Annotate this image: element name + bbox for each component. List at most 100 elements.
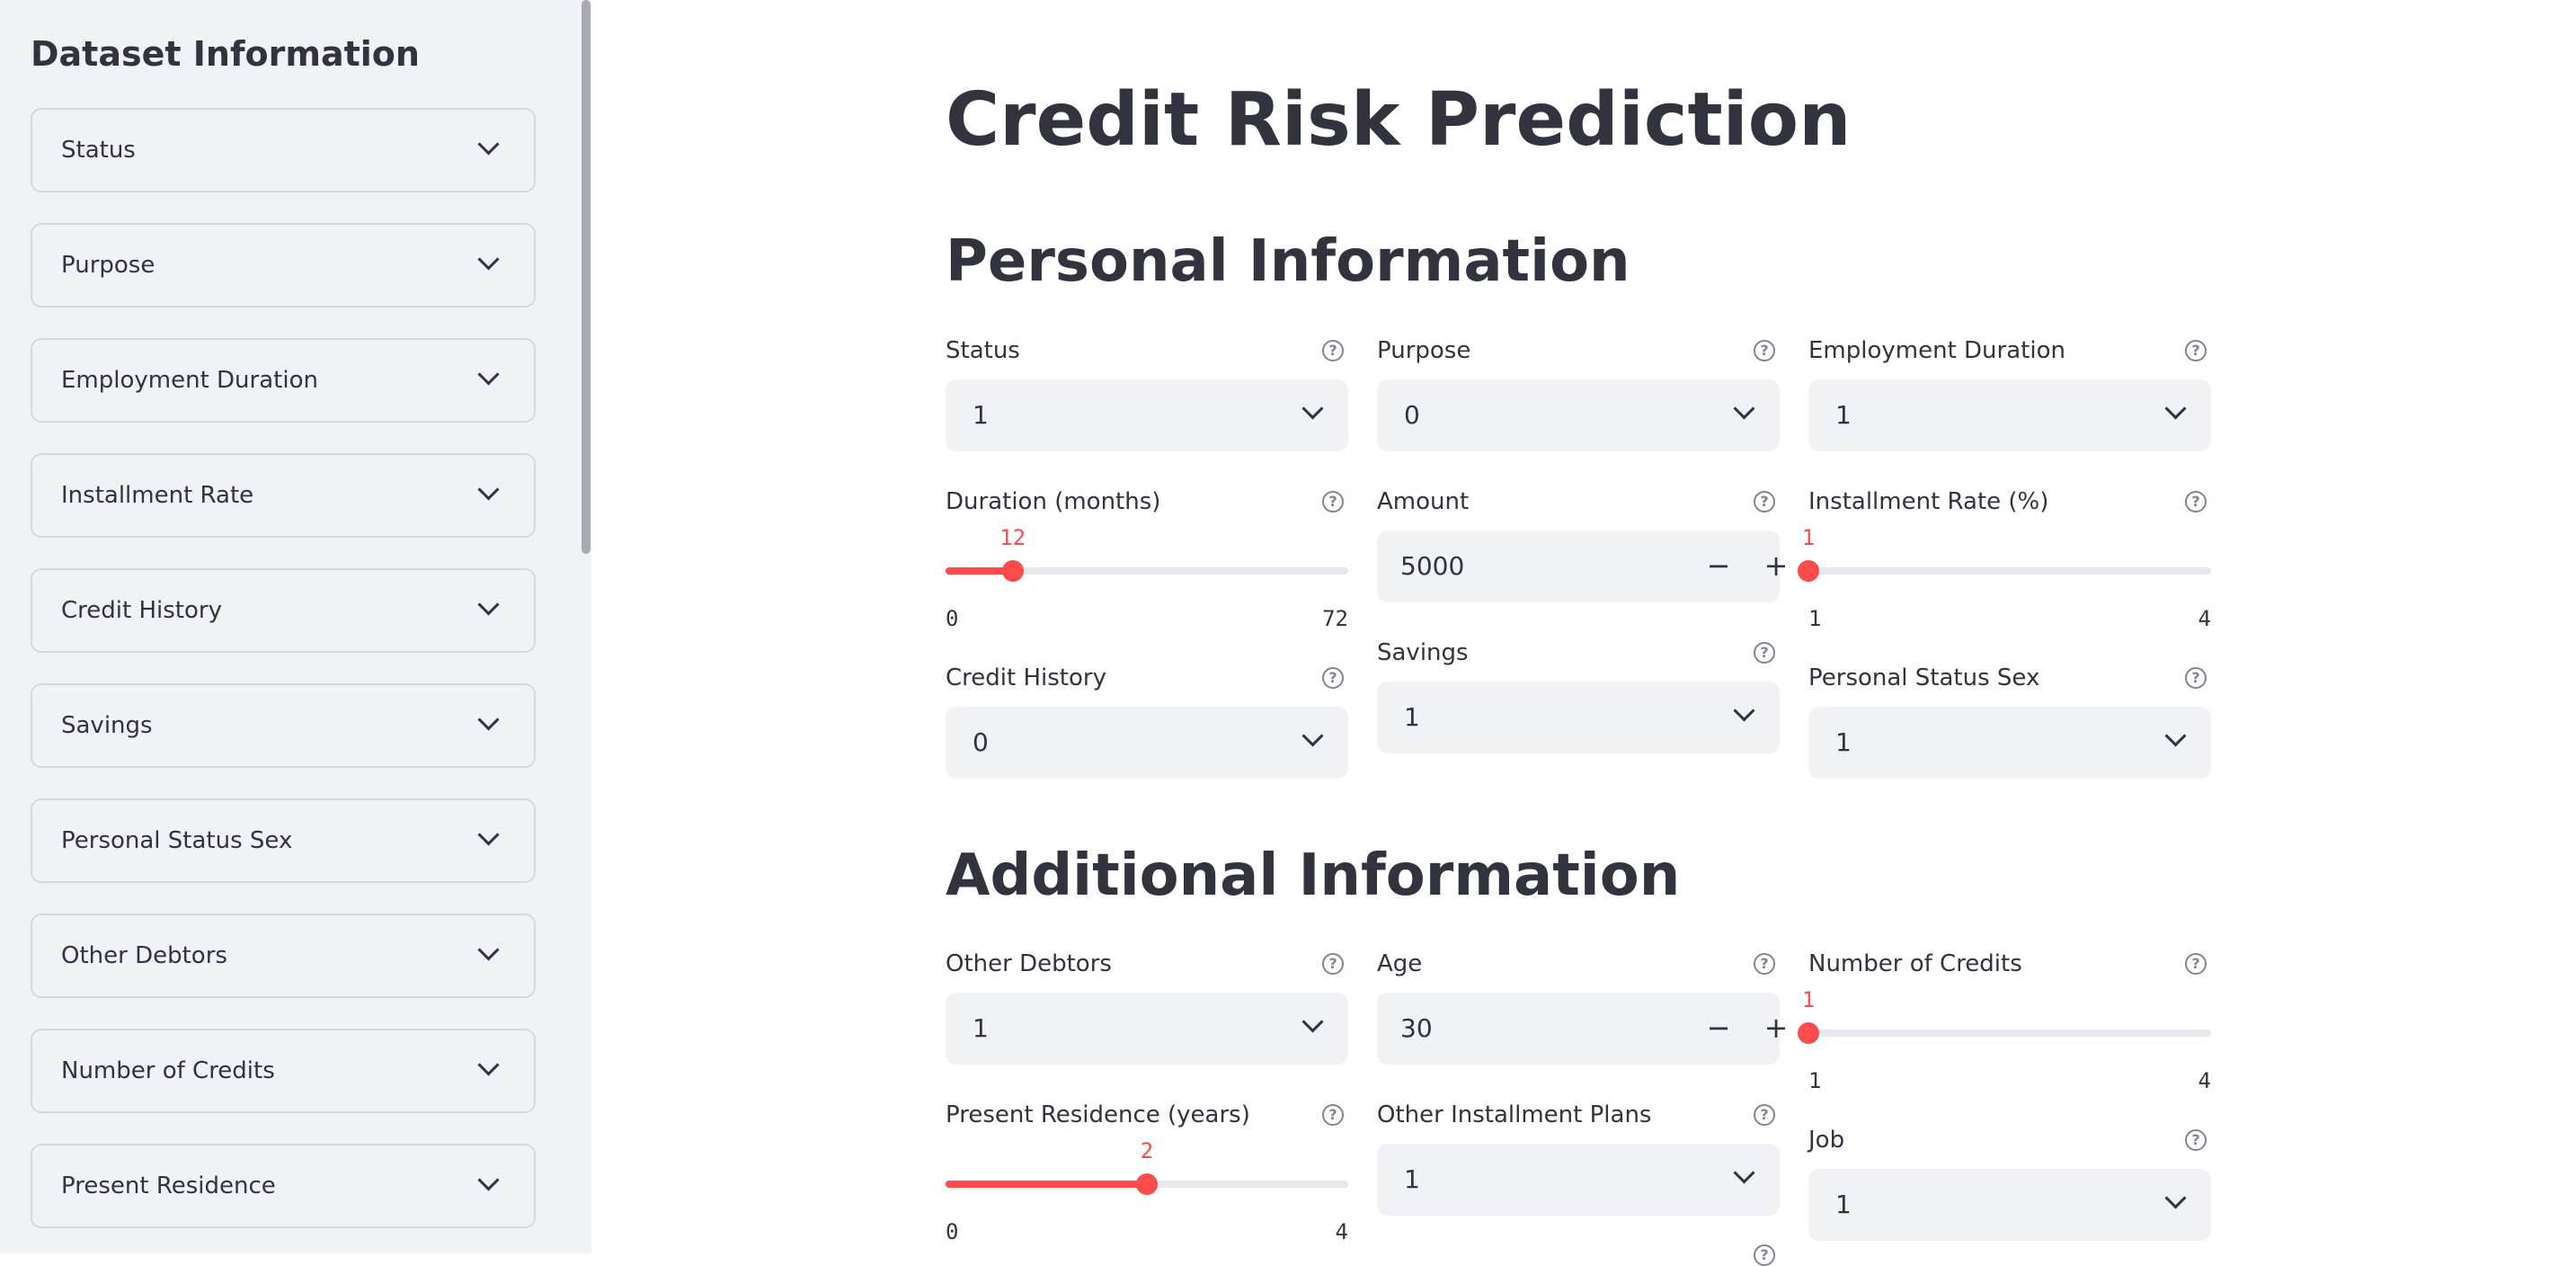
help-icon[interactable]: ? <box>1322 953 1344 975</box>
expander-status[interactable]: Status <box>31 108 536 192</box>
decrement-button[interactable]: − <box>1697 545 1740 588</box>
slider-thumb[interactable] <box>1798 560 1819 582</box>
page-title: Credit Risk Prediction <box>946 77 1852 163</box>
slider-min: 1 <box>1808 606 1822 631</box>
slider-max: 72 <box>1322 606 1348 631</box>
expander-installment-rate[interactable]: Installment Rate <box>31 453 536 538</box>
help-icon[interactable]: ? <box>2185 953 2207 975</box>
number-value[interactable]: 5000 <box>1400 530 1464 602</box>
sidebar-scrollbar[interactable] <box>582 0 591 554</box>
chevron-down-icon <box>2164 1187 2187 1209</box>
chevron-down-icon <box>2164 397 2187 420</box>
expander-number-of-credits[interactable]: Number of Credits <box>31 1029 536 1113</box>
help-icon[interactable]: ? <box>1322 491 1344 513</box>
expander-credit-history[interactable]: Credit History <box>31 568 536 653</box>
increment-button[interactable]: + <box>1754 1007 1798 1050</box>
slider-min: 0 <box>946 1219 959 1244</box>
expander-label: Personal Status Sex <box>61 827 293 854</box>
status-select[interactable]: 1 <box>946 379 1348 451</box>
help-icon[interactable]: ? <box>1754 491 1775 513</box>
installment-rate-label: Installment Rate (%) <box>1808 488 2049 515</box>
expander-purpose[interactable]: Purpose <box>31 223 536 308</box>
sidebar: Dataset Information Status Purpose Emplo… <box>0 0 591 1253</box>
expander-label: Employment Duration <box>61 367 318 394</box>
chevron-down-icon <box>2164 725 2187 747</box>
help-icon[interactable]: ? <box>1322 340 1344 361</box>
job-label: Job <box>1808 1127 1845 1154</box>
duration-slider[interactable]: 12 0 72 <box>946 523 1348 631</box>
present-residence-label: Present Residence (years) <box>946 1101 1250 1128</box>
help-icon[interactable]: ? <box>2185 1129 2207 1151</box>
credit-history-select[interactable]: 0 <box>946 707 1348 779</box>
slider-thumb[interactable] <box>1136 1173 1158 1195</box>
personal-status-sex-select[interactable]: 1 <box>1808 707 2211 779</box>
slider-min: 0 <box>946 606 959 631</box>
purpose-label: Purpose <box>1377 337 1471 364</box>
chevron-down-icon <box>477 248 500 271</box>
slider-thumb[interactable] <box>1798 1022 1819 1044</box>
expander-label: Savings <box>61 712 153 739</box>
number-of-credits-slider[interactable]: 1 1 4 <box>1798 985 2211 1093</box>
expander-label: Status <box>61 137 136 164</box>
help-icon[interactable]: ? <box>2185 340 2207 361</box>
amount-input[interactable]: 5000 − + <box>1377 530 1788 602</box>
select-value: 1 <box>1404 702 1420 732</box>
select-value: 0 <box>973 727 989 757</box>
help-icon[interactable]: ? <box>1754 642 1775 664</box>
expander-savings[interactable]: Savings <box>31 683 536 768</box>
present-residence-slider[interactable]: 2 0 4 <box>946 1137 1348 1244</box>
chevron-down-icon <box>477 478 500 501</box>
select-value: 1 <box>1835 1190 1852 1219</box>
expander-present-residence[interactable]: Present Residence <box>31 1144 536 1228</box>
savings-select[interactable]: 1 <box>1377 682 1780 753</box>
help-icon[interactable]: ? <box>1754 340 1775 361</box>
expander-employment-duration[interactable]: Employment Duration <box>31 338 536 423</box>
chevron-down-icon <box>1733 1162 1755 1184</box>
help-icon[interactable]: ? <box>1322 1104 1344 1126</box>
installment-rate-slider[interactable]: 1 1 4 <box>1798 523 2211 631</box>
slider-track[interactable] <box>1808 1030 2211 1037</box>
chevron-down-icon <box>1733 397 1755 420</box>
help-icon[interactable]: ? <box>1754 1244 1775 1266</box>
select-value: 0 <box>1404 400 1420 430</box>
other-installment-plans-select[interactable]: 1 <box>1377 1144 1780 1216</box>
other-installment-plans-label: Other Installment Plans <box>1377 1101 1652 1128</box>
number-value[interactable]: 30 <box>1400 993 1433 1065</box>
slider-max: 4 <box>1335 1219 1348 1244</box>
help-icon[interactable]: ? <box>1754 1104 1775 1126</box>
expander-label: Credit History <box>61 597 222 624</box>
status-label: Status <box>946 337 1020 364</box>
help-icon[interactable]: ? <box>2185 491 2207 513</box>
chevron-down-icon <box>477 363 500 386</box>
slider-thumb[interactable] <box>1001 560 1024 582</box>
slider-current-value: 1 <box>1801 525 1816 550</box>
select-value: 1 <box>973 1013 989 1043</box>
slider-track[interactable] <box>1808 567 2211 575</box>
job-select[interactable]: 1 <box>1808 1169 2211 1241</box>
chevron-down-icon <box>1301 1011 1324 1033</box>
expander-personal-status-sex[interactable]: Personal Status Sex <box>31 798 536 883</box>
expander-other-debtors[interactable]: Other Debtors <box>31 914 536 998</box>
employment-duration-select[interactable]: 1 <box>1808 379 2211 451</box>
credit-history-label: Credit History <box>946 664 1106 691</box>
chevron-down-icon <box>477 1169 500 1191</box>
chevron-down-icon <box>477 593 500 616</box>
purpose-select[interactable]: 0 <box>1377 379 1780 451</box>
select-value: 1 <box>973 400 989 430</box>
chevron-down-icon <box>477 824 500 846</box>
increment-button[interactable]: + <box>1754 545 1798 588</box>
help-icon[interactable]: ? <box>1754 953 1775 975</box>
section-heading-additional: Additional Information <box>946 843 1681 909</box>
number-of-credits-label: Number of Credits <box>1808 950 2022 977</box>
chevron-down-icon <box>1301 725 1324 747</box>
employment-duration-label: Employment Duration <box>1808 337 2065 364</box>
help-icon[interactable]: ? <box>1322 667 1344 689</box>
expander-label: Installment Rate <box>61 482 254 509</box>
decrement-button[interactable]: − <box>1697 1007 1740 1050</box>
help-icon[interactable]: ? <box>2185 667 2207 689</box>
slider-fill <box>946 1181 1147 1188</box>
section-heading-personal: Personal Information <box>946 228 1630 295</box>
age-input[interactable]: 30 − + <box>1377 993 1788 1065</box>
other-debtors-select[interactable]: 1 <box>946 993 1348 1065</box>
chevron-down-icon <box>477 709 500 731</box>
